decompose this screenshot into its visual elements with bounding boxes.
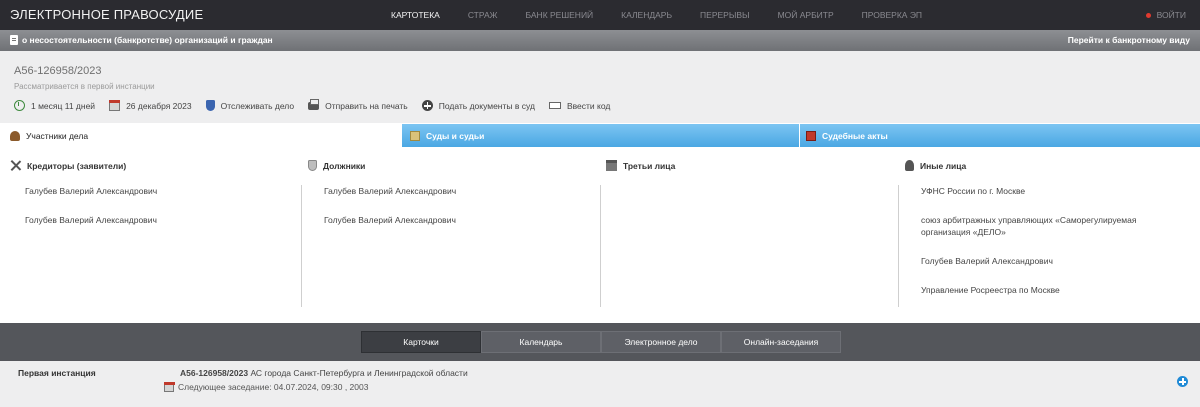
- others-heading: Иные лица: [905, 160, 966, 171]
- person-icon: [10, 130, 20, 141]
- calendar-icon: [109, 100, 121, 111]
- nav-link-bank-resheniy[interactable]: БАНК РЕШЕНИЙ: [526, 10, 594, 20]
- instance-court: АС города Санкт-Петербурга и Ленинградск…: [250, 368, 468, 378]
- creditors-heading: Кредиторы (заявители): [10, 160, 126, 171]
- category-title: о несостоятельности (банкротстве) органи…: [22, 35, 273, 45]
- list-item[interactable]: Управление Росреестра по Москве: [921, 284, 1181, 296]
- print-label: Отправить на печать: [325, 100, 408, 111]
- others-heading-label: Иные лица: [920, 160, 967, 171]
- top-navigation: ЭЛЕКТРОННОЕ ПРАВОСУДИЕ КАРТОТЕКА СТРАЖ Б…: [0, 0, 1200, 30]
- plus-circle-icon: [421, 100, 433, 111]
- debtors-heading-label: Должники: [323, 160, 366, 171]
- keyboard-icon: [548, 102, 561, 109]
- nav-link-calendar[interactable]: КАЛЕНДАРЬ: [621, 10, 672, 20]
- nav-link-breaks[interactable]: ПЕРЕРЫВЫ: [700, 10, 750, 20]
- creditors-heading-label: Кредиторы (заявители): [27, 160, 127, 171]
- list-item[interactable]: УФНС России по г. Москве: [921, 185, 1181, 197]
- bottom-tab-bar: Карточки Календарь Электронное дело Онла…: [0, 323, 1200, 361]
- case-duration-label: 1 месяц 11 дней: [31, 100, 96, 111]
- login-status-dot-icon: [1145, 12, 1151, 18]
- tab-online-sessions[interactable]: Онлайн-заседания: [721, 331, 841, 353]
- expand-plus-icon[interactable]: [1177, 376, 1188, 387]
- participants-panel: Кредиторы (заявители) Галубев Валерий Ал…: [0, 147, 1200, 323]
- shield-icon: [308, 160, 317, 171]
- case-header: А56-126958/2023 Рассматривается в первой…: [0, 51, 1200, 123]
- shield-icon: [205, 100, 215, 111]
- case-date: 26 декабря 2023: [109, 100, 192, 111]
- others-list: УФНС России по г. Москве союз арбитражны…: [921, 185, 1181, 313]
- list-item[interactable]: Голубев Валерий Александрович: [324, 214, 456, 226]
- track-case-label: Отслеживать дело: [220, 100, 295, 111]
- pdf-document-icon: [806, 130, 816, 141]
- list-item[interactable]: Галубев Валерий Александрович: [25, 185, 157, 197]
- tab-participants[interactable]: Участники дела: [0, 124, 401, 147]
- others-column: Иные лица УФНС России по г. Москве союз …: [898, 147, 1200, 311]
- instance-case[interactable]: А56-126958/2023 АС города Санкт-Петербур…: [180, 368, 468, 378]
- list-item[interactable]: Голубев Валерий Александрович: [25, 214, 157, 226]
- tab-participants-label: Участники дела: [26, 130, 89, 141]
- login-label: ВОЙТИ: [1156, 10, 1186, 20]
- case-duration: 1 месяц 11 дней: [14, 100, 95, 111]
- track-case-button[interactable]: Отслеживать дело: [205, 100, 295, 111]
- print-button[interactable]: Отправить на печать: [308, 98, 408, 111]
- third-parties-heading: Третьи лица: [606, 160, 675, 171]
- building-icon: [606, 160, 617, 171]
- printer-icon: [308, 98, 320, 110]
- tab-cards[interactable]: Карточки: [361, 331, 481, 353]
- instance-case-number: А56-126958/2023: [180, 368, 249, 378]
- debtors-heading: Должники: [308, 160, 365, 171]
- case-actions: 1 месяц 11 дней 26 декабря 2023 Отслежив…: [14, 98, 624, 111]
- submit-documents-label: Подать документы в суд: [438, 100, 535, 111]
- list-item[interactable]: Голубев Валерий Александрович: [921, 255, 1181, 267]
- case-date-label: 26 декабря 2023: [126, 100, 192, 111]
- enter-code-label: Ввести код: [566, 100, 611, 111]
- user-icon: [905, 160, 914, 171]
- next-session: Следующее заседание: 04.07.2024, 09:30 ,…: [164, 382, 368, 392]
- list-item[interactable]: Галубев Валерий Александрович: [324, 185, 456, 197]
- third-parties-heading-label: Третьи лица: [623, 160, 676, 171]
- courthouse-icon: [410, 130, 420, 141]
- case-number: А56-126958/2023: [14, 65, 102, 77]
- nav-link-check-ep[interactable]: ПРОВЕРКА ЭП: [862, 10, 922, 20]
- document-icon: [10, 35, 18, 45]
- creditors-column: Кредиторы (заявители) Галубев Валерий Ал…: [0, 147, 300, 311]
- calendar-icon: [164, 382, 175, 392]
- bottom-tabs: Карточки Календарь Электронное дело Онла…: [361, 331, 841, 353]
- tab-electronic-case[interactable]: Электронное дело: [601, 331, 721, 353]
- site-brand[interactable]: ЭЛЕКТРОННОЕ ПРАВОСУДИЕ: [10, 7, 203, 22]
- instance-label: Первая инстанция: [18, 368, 96, 378]
- tab-courts-label: Суды и судьи: [426, 130, 485, 141]
- clock-icon: [14, 100, 25, 111]
- login-link[interactable]: ВОЙТИ: [1145, 10, 1186, 20]
- nav-link-kartoteka[interactable]: КАРТОТЕКА: [391, 10, 440, 20]
- third-parties-column: Третьи лица: [600, 147, 898, 311]
- tab-calendar[interactable]: Календарь: [481, 331, 601, 353]
- nav-link-my-arbitr[interactable]: МОЙ АРБИТР: [778, 10, 834, 20]
- nav-link-strazh[interactable]: СТРАЖ: [468, 10, 498, 20]
- tab-acts[interactable]: Судебные акты: [799, 124, 1200, 147]
- creditors-list: Галубев Валерий Александрович Голубев Ва…: [25, 185, 157, 243]
- instance-card: Первая инстанция А56-126958/2023 АС горо…: [0, 361, 1200, 407]
- enter-code-button[interactable]: Ввести код: [548, 100, 611, 111]
- category-bar: о несостоятельности (банкротстве) органи…: [0, 30, 1200, 51]
- tab-courts[interactable]: Суды и судьи: [401, 124, 799, 147]
- list-item[interactable]: союз арбитражных управляющих «Саморегули…: [921, 214, 1181, 238]
- debtors-column: Должники Галубев Валерий Александрович Г…: [301, 147, 599, 311]
- submit-documents-button[interactable]: Подать документы в суд: [421, 100, 535, 111]
- tab-acts-label: Судебные акты: [822, 130, 888, 141]
- debtors-list: Галубев Валерий Александрович Голубев Ва…: [324, 185, 456, 243]
- go-to-bankruptcy-link[interactable]: Перейти к банкротному виду: [1068, 35, 1190, 45]
- next-session-label: Следующее заседание: 04.07.2024, 09:30 ,…: [178, 382, 369, 392]
- nav-links: КАРТОТЕКА СТРАЖ БАНК РЕШЕНИЙ КАЛЕНДАРЬ П…: [391, 0, 950, 30]
- crossed-swords-icon: [10, 160, 21, 171]
- case-status: Рассматривается в первой инстанции: [14, 82, 155, 91]
- case-tabs: Участники дела Суды и судьи Судебные акт…: [0, 124, 1200, 147]
